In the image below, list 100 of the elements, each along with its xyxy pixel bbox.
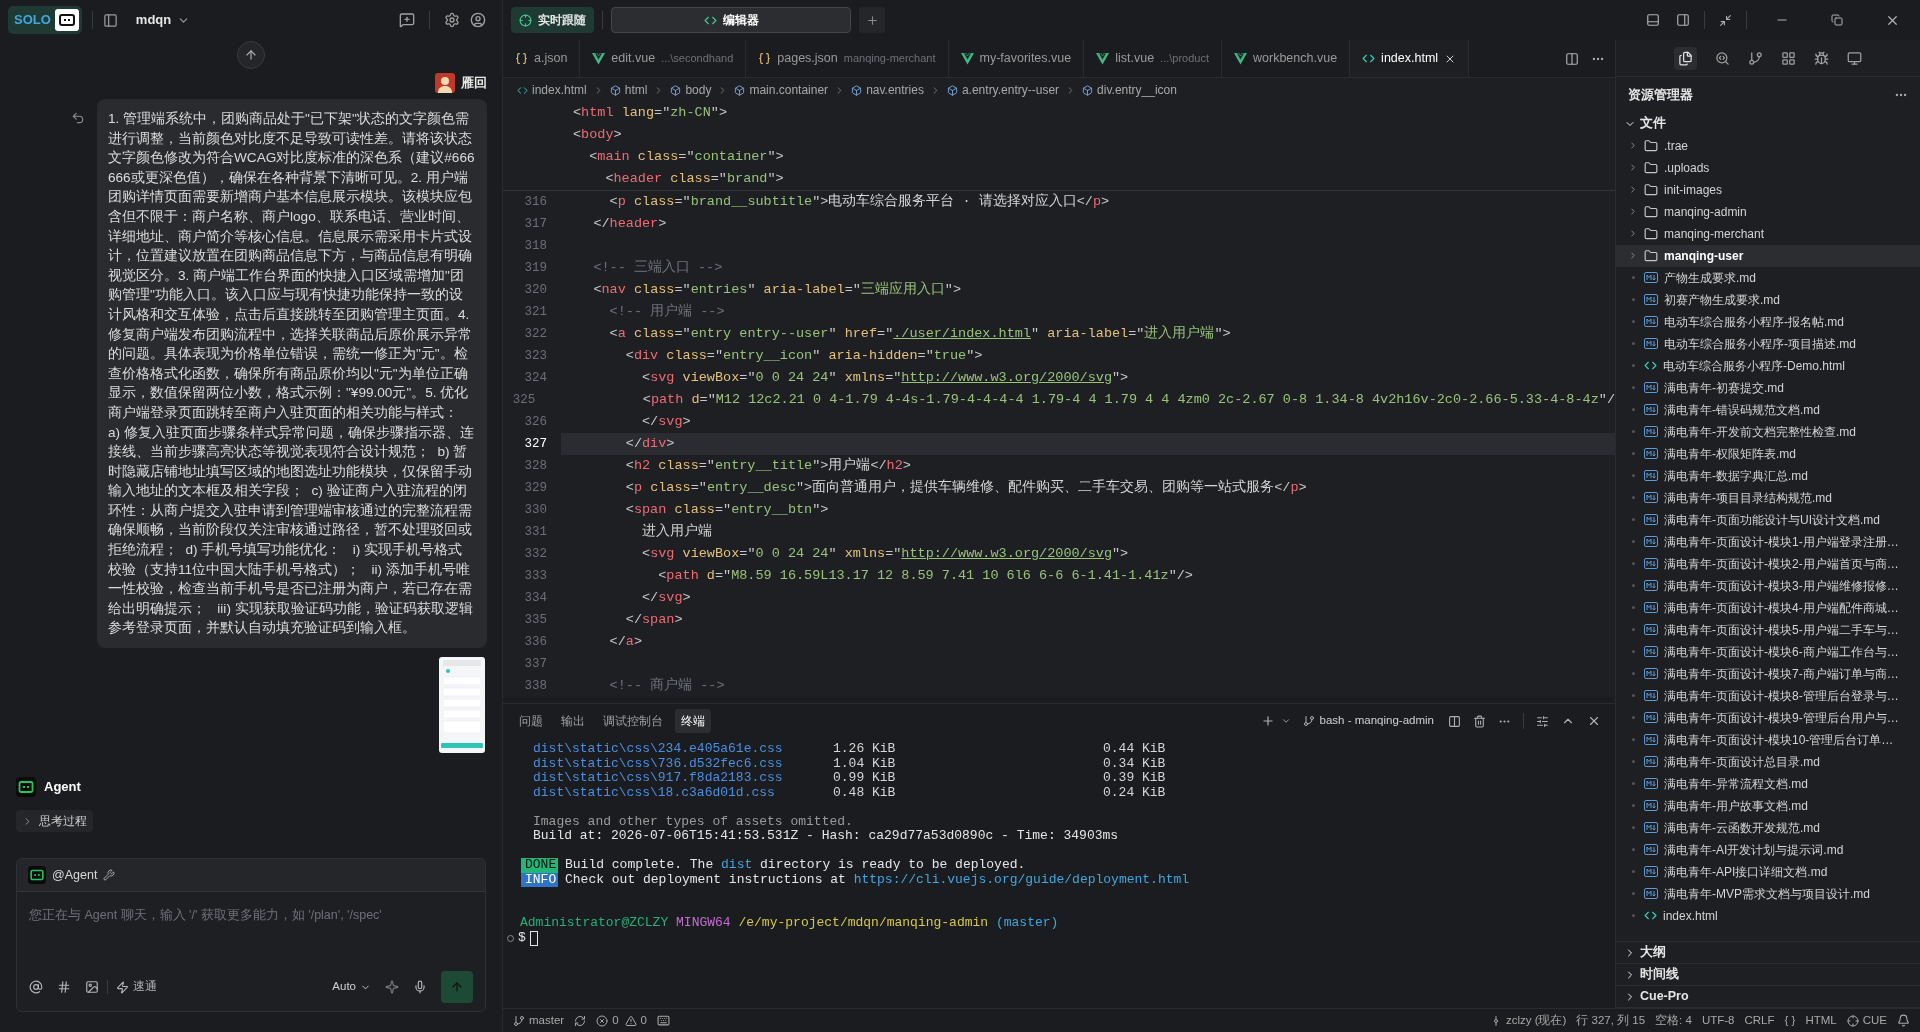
microphone-icon[interactable] bbox=[413, 980, 427, 995]
file-tree-item[interactable]: manqing-merchant bbox=[1616, 222, 1920, 245]
file-tree-item[interactable]: 满电青年-页面设计总目录.md bbox=[1616, 750, 1920, 773]
section-header[interactable]: 时间线 bbox=[1616, 964, 1920, 986]
sidebar-toggle-icon[interactable] bbox=[102, 12, 118, 28]
file-tree-item[interactable]: 满电青年-API接口详细文档.md bbox=[1616, 860, 1920, 883]
file-tree-item[interactable]: 满电青年-页面设计-模块10-管理后台订单… bbox=[1616, 728, 1920, 751]
file-tree-item[interactable]: 满电青年-MVP需求文档与项目设计.md bbox=[1616, 882, 1920, 905]
file-tree-item[interactable]: 满电青年-云函数开发规范.md bbox=[1616, 816, 1920, 839]
notifications-icon[interactable] bbox=[1897, 1014, 1910, 1027]
file-tree-item[interactable]: 满电青年-权限矩阵表.md bbox=[1616, 442, 1920, 465]
terminal-selector[interactable]: bash - manqing-admin bbox=[1302, 712, 1434, 730]
project-dropdown[interactable]: mdqn bbox=[135, 10, 191, 30]
tools-icon[interactable] bbox=[103, 869, 116, 882]
new-terminal-icon[interactable] bbox=[1260, 714, 1275, 728]
editor-tab[interactable]: list.vue ...\product bbox=[1084, 40, 1223, 77]
file-tree-item[interactable]: 产物生成要求.md bbox=[1616, 266, 1920, 289]
keyboard-icon[interactable] bbox=[656, 1014, 670, 1027]
breadcrumb-item[interactable]: nav.entries bbox=[851, 81, 924, 99]
source-control-icon[interactable] bbox=[1748, 50, 1763, 66]
editor-tab[interactable]: pages.json manqing-merchant bbox=[746, 40, 949, 77]
editor-tab[interactable]: a.json bbox=[503, 40, 581, 77]
breadcrumb-item[interactable]: a.entry.entry--user bbox=[946, 81, 1060, 99]
file-tree-item[interactable]: 满电青年-页面设计-模块6-商户端工作台与… bbox=[1616, 640, 1920, 663]
section-header[interactable]: 文件 bbox=[1616, 112, 1920, 135]
undo-icon[interactable] bbox=[71, 111, 85, 125]
file-tree-item[interactable]: 满电青年-页面设计-模块3-用户端维修报修… bbox=[1616, 574, 1920, 597]
files-icon[interactable] bbox=[1678, 50, 1693, 66]
file-tree-item[interactable]: manqing-admin bbox=[1616, 200, 1920, 223]
monitor-icon[interactable] bbox=[1847, 50, 1862, 66]
follow-button[interactable]: 实时跟随 bbox=[511, 7, 594, 33]
language-status[interactable]: HTML bbox=[1805, 1011, 1837, 1030]
breadcrumb-item[interactable]: html bbox=[609, 81, 648, 99]
problems-status[interactable]: 0 0 bbox=[596, 1011, 647, 1030]
file-tree-item[interactable]: 满电青年-异常流程文档.md bbox=[1616, 772, 1920, 795]
file-tree-item[interactable]: 电动车综合服务小程序-Demo.html bbox=[1616, 354, 1920, 377]
braces-status[interactable]: { } bbox=[1784, 1011, 1796, 1030]
cursor-position[interactable]: 行 327, 列 15 bbox=[1576, 1011, 1646, 1030]
file-tree-item[interactable]: 满电青年-页面设计-模块5-用户端二手车与… bbox=[1616, 618, 1920, 641]
bug-icon[interactable] bbox=[1814, 50, 1829, 66]
file-tree-item[interactable]: 初赛产物生成要求.md bbox=[1616, 288, 1920, 311]
panel-tab[interactable]: 调试控制台 bbox=[597, 709, 669, 733]
panel-tab[interactable]: 输出 bbox=[555, 709, 591, 733]
extensions-icon[interactable] bbox=[1781, 50, 1796, 66]
file-tree-item[interactable]: 满电青年-初赛提交.md bbox=[1616, 376, 1920, 399]
editor-tab[interactable]: edit.vue ...\secondhand bbox=[580, 40, 747, 77]
file-tree-item[interactable]: 满电青年-开发前文档完整性检查.md bbox=[1616, 420, 1920, 443]
file-tree-item[interactable]: 电动车综合服务小程序-报名帖.md bbox=[1616, 310, 1920, 333]
account-icon[interactable] bbox=[470, 12, 486, 28]
file-tree-item[interactable]: manqing-user bbox=[1616, 244, 1920, 267]
file-tree-item[interactable]: 满电青年-页面设计-模块4-用户端配件商城… bbox=[1616, 596, 1920, 619]
indent-status[interactable]: 空格: 4 bbox=[1655, 1011, 1692, 1030]
breadcrumb-item[interactable]: index.html bbox=[517, 81, 587, 99]
toggle-sidebar-icon[interactable] bbox=[1676, 13, 1690, 27]
file-tree-item[interactable]: 满电青年-错误码规范文档.md bbox=[1616, 398, 1920, 421]
blame-status[interactable]: zclzy (现在) bbox=[1489, 1011, 1567, 1030]
file-tree-item[interactable]: 满电青年-页面设计-模块8-管理后台登录与… bbox=[1616, 684, 1920, 707]
breadcrumb-item[interactable]: main.container bbox=[734, 81, 829, 99]
toggle-panel-icon[interactable] bbox=[1646, 13, 1660, 27]
speed-mode-button[interactable]: 速通 bbox=[116, 978, 157, 996]
encoding-status[interactable]: UTF-8 bbox=[1701, 1011, 1735, 1030]
caret-icon[interactable] bbox=[1280, 716, 1291, 726]
file-tree-item[interactable]: 满电青年-页面设计-模块9-管理后台用户与… bbox=[1616, 706, 1920, 729]
section-header[interactable]: 大纲 bbox=[1616, 942, 1920, 964]
file-tree-item[interactable]: 满电青年-页面设计-模块1-用户端登录注册… bbox=[1616, 530, 1920, 553]
file-tree-item[interactable]: 满电青年-数据字典汇总.md bbox=[1616, 464, 1920, 487]
thinking-toggle[interactable]: 思考过程 bbox=[16, 810, 93, 833]
sparkle-icon[interactable] bbox=[385, 980, 399, 995]
file-tree-item[interactable]: 满电青年-用户故事文档.md bbox=[1616, 794, 1920, 817]
editor-mode-tab[interactable]: 编辑器 bbox=[611, 7, 851, 33]
close-icon[interactable] bbox=[1587, 714, 1601, 728]
breadcrumb-item[interactable]: body bbox=[670, 81, 712, 99]
editor-tab[interactable]: my-favorites.vue bbox=[948, 40, 1085, 77]
solo-badge[interactable]: SOLO bbox=[8, 6, 82, 34]
search-icon[interactable] bbox=[1715, 50, 1730, 66]
eol-status[interactable]: CRLF bbox=[1744, 1011, 1775, 1030]
split-terminal-icon[interactable] bbox=[1448, 714, 1461, 728]
file-tree-item[interactable]: .uploads bbox=[1616, 156, 1920, 179]
scroll-up-button[interactable] bbox=[237, 41, 265, 69]
panel-tab[interactable]: 终端 bbox=[675, 709, 711, 733]
chat-input[interactable]: 您正在与 Agent 聊天，输入 '/' 获取更多能力，如 '/plan', '/spec' 速通 Auto bbox=[17, 891, 485, 1012]
model-dropdown[interactable]: Auto bbox=[332, 978, 371, 996]
file-tree-item[interactable]: 满电青年-AI开发计划与提示词.md bbox=[1616, 838, 1920, 861]
cue-status[interactable]: CUE bbox=[1846, 1011, 1887, 1030]
sliders-icon[interactable] bbox=[1536, 714, 1549, 728]
file-tree-item[interactable]: index.html bbox=[1616, 904, 1920, 927]
settings-icon[interactable] bbox=[444, 12, 460, 28]
file-tree-item[interactable]: 电动车综合服务小程序-项目描述.md bbox=[1616, 332, 1920, 355]
mention-icon[interactable] bbox=[29, 980, 43, 995]
panel-tab[interactable]: 问题 bbox=[513, 709, 549, 733]
branch-status[interactable]: master bbox=[513, 1011, 565, 1030]
file-tree-item[interactable]: 满电青年-页面设计-模块7-商户端订单与商… bbox=[1616, 662, 1920, 685]
file-tree-item[interactable]: .trae bbox=[1616, 134, 1920, 157]
split-editor-icon[interactable] bbox=[1565, 51, 1579, 66]
collapse-icon[interactable] bbox=[1719, 13, 1732, 27]
restore-icon[interactable] bbox=[1831, 14, 1843, 26]
file-tree-item[interactable]: init-images bbox=[1616, 178, 1920, 201]
hash-icon[interactable] bbox=[57, 980, 71, 995]
image-icon[interactable] bbox=[85, 980, 99, 995]
file-tree-item[interactable]: 满电青年-项目目录结构规范.md bbox=[1616, 486, 1920, 509]
